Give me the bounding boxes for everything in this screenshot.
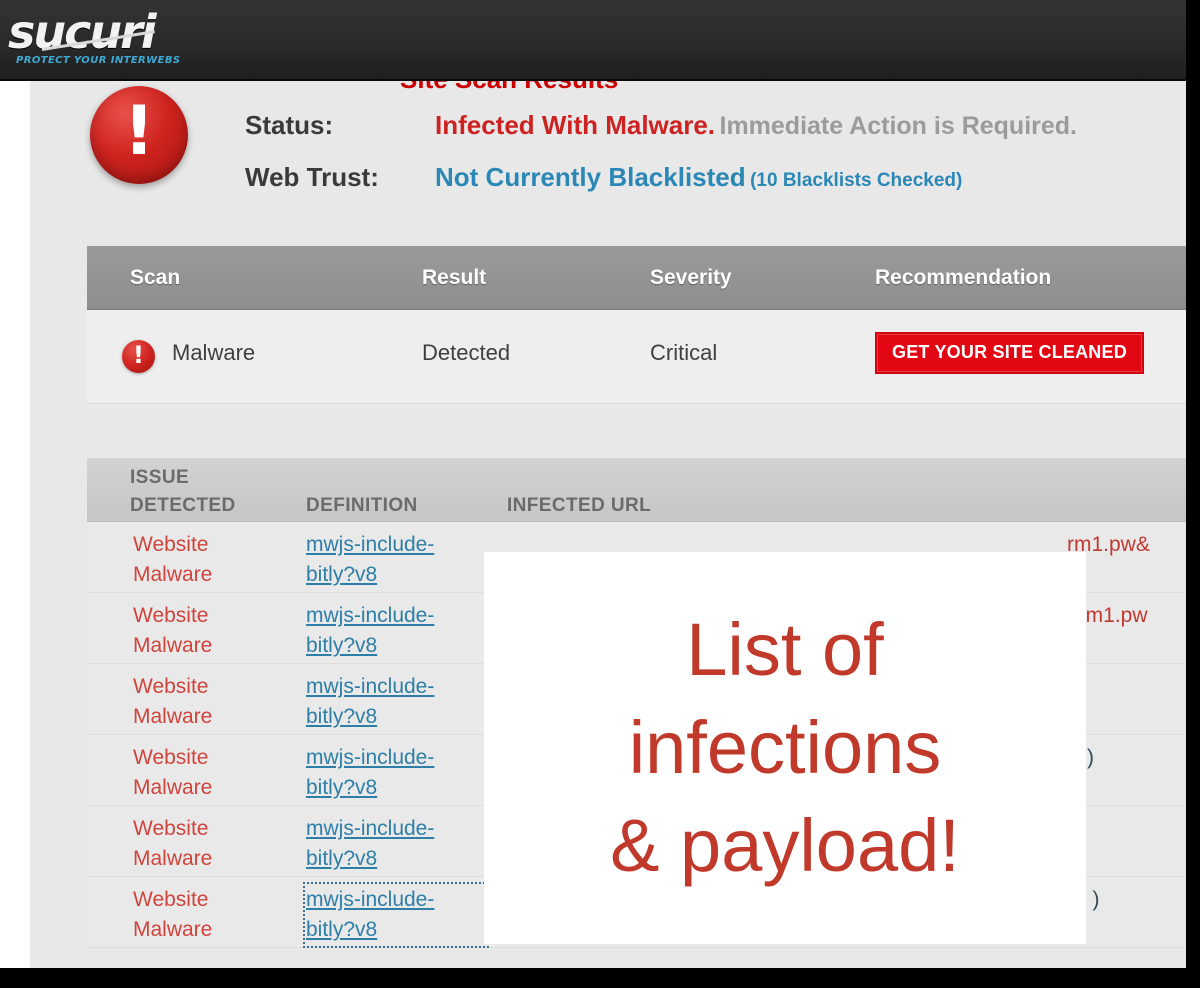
definition-link[interactable]: mwjs-include- bitly?v8 xyxy=(306,672,486,732)
web-trust-value: Not Currently Blacklisted xyxy=(435,162,746,192)
annotation-line-2: infections xyxy=(628,706,942,789)
definition-line-2: bitly?v8 xyxy=(306,705,378,728)
cell-issue-detected: Website Malware xyxy=(133,885,293,945)
logo-tagline: PROTECT YOUR INTERWEBS xyxy=(16,55,181,66)
definition-line-2: bitly?v8 xyxy=(306,918,378,941)
screenshot-frame: Site Scan Results ! Status: Infected With… xyxy=(0,0,1200,988)
status-label: Status: xyxy=(245,110,334,140)
scan-summary: ! Status: Infected With Malware. Immediat… xyxy=(30,78,1186,228)
definition-link[interactable]: mwjs-include- bitly?v8 xyxy=(306,601,486,661)
scan-table-header: Scan Result Severity Recommendation xyxy=(87,246,1186,310)
issue-line-2: Malware xyxy=(133,563,213,586)
letterbox-bottom xyxy=(0,968,1200,988)
status-row: Status: Infected With Malware. Immediate … xyxy=(245,110,1077,162)
definition-line-1: mwjs-include- xyxy=(306,817,435,840)
web-trust-row: Web Trust: Not Currently Blacklisted (10 … xyxy=(245,162,1077,214)
definition-link[interactable]: mwjs-include- bitly?v8 xyxy=(306,530,486,590)
definition-link[interactable]: mwjs-include- bitly?v8 xyxy=(306,814,486,874)
definition-line-1: mwjs-include- xyxy=(306,675,435,698)
issue-line-2: Malware xyxy=(133,847,213,870)
definition-line-2: bitly?v8 xyxy=(306,634,378,657)
get-your-site-cleaned-button[interactable]: GET YOUR SITE CLEANED xyxy=(875,332,1144,374)
definition-line-1: mwjs-include- xyxy=(306,533,435,556)
issue-line-1: Website xyxy=(133,604,209,627)
annotation-overlay: List of infections & payload! xyxy=(484,552,1086,944)
column-header-result: Result xyxy=(422,266,487,289)
column-header-issue-detected-line1: ISSUE xyxy=(130,467,190,488)
definition-line-1: mwjs-include- xyxy=(306,746,435,769)
status-value: Infected With Malware. xyxy=(435,110,716,140)
letterbox-right xyxy=(1186,0,1200,988)
left-gutter xyxy=(0,78,30,968)
definition-line-2: bitly?v8 xyxy=(306,563,378,586)
status-suffix: Immediate Action is Required. xyxy=(719,112,1077,140)
definition-line-2: bitly?v8 xyxy=(306,847,378,870)
cell-issue-detected: Website Malware xyxy=(133,601,293,661)
definition-line-1: mwjs-include- xyxy=(306,604,435,627)
definition-link[interactable]: mwjs-include- bitly?v8 xyxy=(306,743,486,803)
definition-link-focused[interactable]: mwjs-include- bitly?v8 xyxy=(303,882,489,948)
cell-severity: Critical xyxy=(650,340,718,365)
cell-issue-detected: Website Malware xyxy=(133,814,293,874)
issue-line-2: Malware xyxy=(133,918,213,941)
issue-line-1: Website xyxy=(133,888,209,911)
definition-line-1: mwjs-include- xyxy=(306,888,435,911)
issue-line-1: Website xyxy=(133,817,209,840)
column-header-severity: Severity xyxy=(650,266,732,289)
issue-line-2: Malware xyxy=(133,634,213,657)
cell-scan: Malware xyxy=(172,340,256,365)
cell-infected-url: d ) xyxy=(1075,888,1100,911)
exclamation-circle-icon: ! xyxy=(90,86,188,184)
annotation-line-1: List of xyxy=(686,608,884,691)
issue-line-1: Website xyxy=(133,533,209,556)
web-trust-label: Web Trust: xyxy=(245,162,379,192)
cell-infected-url: ) xyxy=(1087,746,1094,769)
sucuri-logo[interactable]: sucuri PROTECT YOUR INTERWEBS xyxy=(4,9,180,72)
issue-line-1: Website xyxy=(133,746,209,769)
cell-issue-detected: Website Malware xyxy=(133,672,293,732)
cell-issue-detected: Website Malware xyxy=(133,530,293,590)
summary-rows: Status: Infected With Malware. Immediate … xyxy=(245,110,1077,214)
annotation-line-3: & payload! xyxy=(610,804,960,887)
column-header-definition: DEFINITION xyxy=(306,495,418,516)
issue-line-2: Malware xyxy=(133,705,213,728)
cell-result: Detected xyxy=(422,340,511,365)
exclamation-glyph: ! xyxy=(123,92,155,171)
infections-table-header: ISSUE DETECTED DEFINITION INFECTED URL xyxy=(87,458,1186,522)
site-header-bar: sucuri PROTECT YOUR INTERWEBS xyxy=(0,0,1186,81)
column-header-scan: Scan xyxy=(130,266,181,289)
web-trust-note: (10 Blacklists Checked) xyxy=(750,170,963,191)
exclamation-circle-icon: ! xyxy=(122,340,155,373)
definition-line-2: bitly?v8 xyxy=(306,776,378,799)
column-header-infected-url: INFECTED URL xyxy=(507,495,652,516)
column-header-recommendation: Recommendation xyxy=(875,266,1052,289)
exclamation-glyph: ! xyxy=(133,341,144,369)
issue-line-2: Malware xyxy=(133,776,213,799)
scan-results-table: Scan Result Severity Recommendation ! Ma… xyxy=(87,246,1186,404)
table-row: ! Malware Detected Critical GET YOUR SIT… xyxy=(87,310,1186,404)
cell-issue-detected: Website Malware xyxy=(133,743,293,803)
issue-line-1: Website xyxy=(133,675,209,698)
column-header-issue-detected-line2: DETECTED xyxy=(130,495,236,516)
